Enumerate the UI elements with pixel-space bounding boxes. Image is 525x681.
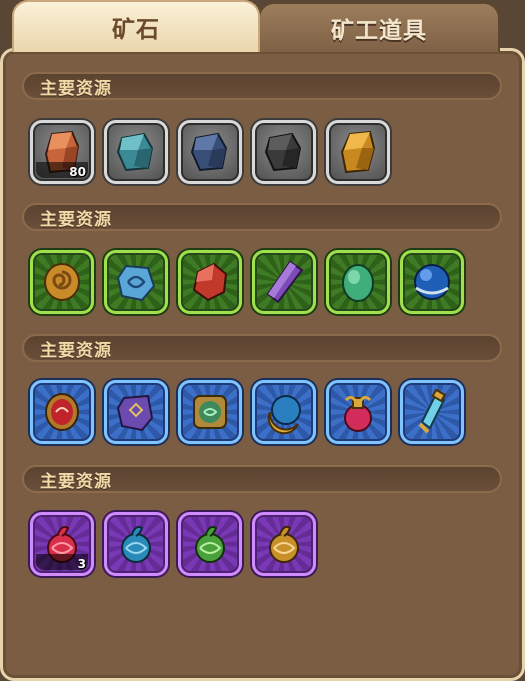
blue-potion-icon	[418, 388, 447, 434]
item-count: 3	[77, 557, 86, 571]
amber-swirl-stone-icon	[44, 263, 80, 301]
gold-ore-icon	[340, 130, 376, 174]
item-slot-blue-potion[interactable]	[400, 380, 464, 444]
section-header-3: 主要资源	[22, 334, 502, 362]
red-rune-amulet-icon	[45, 393, 79, 431]
tab-ore[interactable]: 矿石	[12, 0, 260, 52]
blue-dragon-coil-icon	[121, 525, 151, 563]
purple-crystal-shard-icon	[266, 260, 304, 304]
teal-ore-icon	[116, 132, 154, 172]
item-slot-gold-ore[interactable]	[326, 120, 390, 184]
item-slot-red-potion[interactable]	[326, 380, 390, 444]
section-title: 主要资源	[40, 340, 112, 361]
blue-rune-stone-icon	[116, 264, 156, 302]
item-slot-red-crystal[interactable]	[178, 250, 242, 314]
item-row-3	[30, 380, 464, 450]
red-potion-icon	[344, 395, 372, 432]
section-title: 主要资源	[40, 78, 112, 99]
moon-orb-icon	[267, 395, 301, 435]
item-slot-blue-orb[interactable]	[400, 250, 464, 314]
item-slot-black-ore[interactable]	[252, 120, 316, 184]
item-slot-green-dragon-coil[interactable]	[178, 512, 242, 576]
item-row-1: 80	[30, 120, 390, 190]
item-slot-gold-dragon-coil[interactable]	[252, 512, 316, 576]
green-rune-amulet-icon	[193, 395, 227, 429]
item-slot-red-rune-amulet[interactable]	[30, 380, 94, 444]
gold-dragon-coil-icon	[269, 525, 299, 563]
tab-miner-tools[interactable]: 矿工道具	[258, 2, 500, 52]
item-count: 80	[69, 165, 86, 179]
item-slot-green-rune-amulet[interactable]	[178, 380, 242, 444]
tab-ore-label: 矿石	[112, 17, 160, 43]
purple-rune-tablet-icon	[116, 394, 154, 432]
green-dragon-coil-icon	[195, 525, 225, 563]
item-row-4: 3	[30, 512, 316, 582]
dark-blue-ore-icon	[190, 132, 228, 172]
item-slot-moon-orb[interactable]	[252, 380, 316, 444]
item-slot-blue-dragon-coil[interactable]	[104, 512, 168, 576]
red-crystal-icon	[192, 262, 228, 302]
item-slot-purple-crystal-shard[interactable]	[252, 250, 316, 314]
item-slot-purple-rune-tablet[interactable]	[104, 380, 168, 444]
item-slot-teal-ore[interactable]	[104, 120, 168, 184]
item-slot-blue-rune-stone[interactable]	[104, 250, 168, 314]
item-row-2	[30, 250, 464, 320]
tab-miner-tools-label: 矿工道具	[331, 18, 427, 44]
section-title: 主要资源	[40, 471, 112, 492]
item-slot-orange-ore[interactable]: 80	[30, 120, 94, 184]
item-slot-red-dragon-coil[interactable]: 3	[30, 512, 94, 576]
section-header-4: 主要资源	[22, 465, 502, 493]
item-slot-dark-blue-ore[interactable]	[178, 120, 242, 184]
black-ore-icon	[264, 132, 302, 172]
section-title: 主要资源	[40, 209, 112, 230]
section-header-2: 主要资源	[22, 203, 502, 231]
item-slot-green-gem[interactable]	[326, 250, 390, 314]
blue-orb-icon	[414, 264, 450, 300]
item-slot-amber-swirl-stone[interactable]	[30, 250, 94, 314]
section-header-1: 主要资源	[22, 72, 502, 100]
green-gem-icon	[342, 264, 374, 302]
